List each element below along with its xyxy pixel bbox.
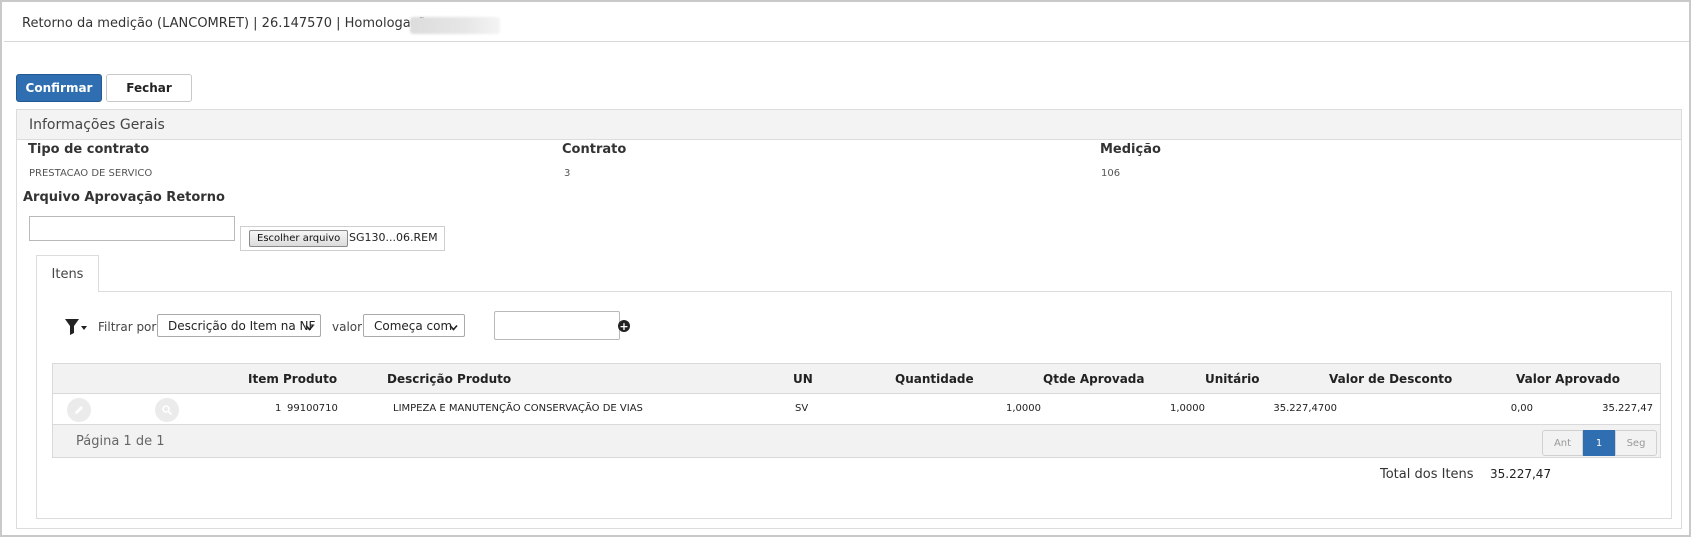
tab-itens[interactable]: Itens <box>36 255 99 292</box>
measurement-label: Medição <box>1100 142 1161 157</box>
chevron-down-icon <box>305 321 314 331</box>
choose-file-button[interactable]: Escolher arquivo <box>249 230 349 247</box>
contract-label: Contrato <box>562 142 627 157</box>
column-header-qtde-aprovada[interactable]: Qtde Aprovada <box>1043 372 1145 386</box>
contract-value: 3 <box>564 168 571 179</box>
total-items-label: Total dos Itens <box>1380 467 1474 482</box>
total-items-value: 35.227,47 <box>1490 467 1552 481</box>
column-header-descricao[interactable]: Descrição Produto <box>387 372 511 386</box>
title-bar: Retorno da medição (LANCOMRET) | 26.1475… <box>4 4 1689 42</box>
filter-operator-value: Começa com <box>374 318 453 333</box>
pager-prev-button[interactable]: Ant <box>1542 430 1583 456</box>
cell-qtde-aprovada: 1,0000 <box>1170 403 1205 414</box>
value-label: valor <box>332 320 363 334</box>
filter-by-label: Filtrar por <box>98 320 157 334</box>
app-window: Retorno da medição (LANCOMRET) | 26.1475… <box>0 0 1691 537</box>
measurement-value: 106 <box>1101 168 1121 179</box>
cell-item: 1 <box>275 403 282 414</box>
pencil-icon[interactable] <box>67 398 91 422</box>
search-icon[interactable] <box>155 398 179 422</box>
cell-produto: 99100710 <box>287 403 338 414</box>
cell-valor-aprovado: 35.227,47 <box>1602 403 1653 414</box>
file-picker[interactable]: Escolher arquivo SG130...06.REM <box>240 226 445 251</box>
contract-type-value: PRESTACAO DE SERVICO <box>29 168 153 179</box>
filter-icon[interactable] <box>64 318 88 336</box>
close-button[interactable]: Fechar <box>106 74 192 102</box>
page-indicator: Página 1 de 1 <box>76 434 165 449</box>
contract-type-label: Tipo de contrato <box>28 142 150 157</box>
column-header-item[interactable]: Item <box>248 372 279 386</box>
filter-value-input[interactable] <box>494 311 620 340</box>
window-title: Retorno da medição (LANCOMRET) | 26.1475… <box>22 16 434 31</box>
cell-valor-desconto: 0,00 <box>1510 403 1533 414</box>
pager-next-button[interactable]: Seg <box>1615 430 1657 456</box>
table-row[interactable]: 1 99100710 LIMPEZA E MANUTENÇÃO CONSERVA… <box>53 394 1660 424</box>
plus-circle-icon[interactable]: + <box>618 320 630 332</box>
grid-header: Item Produto Descrição Produto UN Quanti… <box>53 364 1660 394</box>
cell-quantidade: 1,0000 <box>1006 403 1041 414</box>
chevron-down-icon <box>449 321 458 331</box>
items-grid: Item Produto Descrição Produto UN Quanti… <box>52 363 1661 458</box>
pager-current-page[interactable]: 1 <box>1583 430 1615 456</box>
panel-title: Informações Gerais <box>29 117 165 133</box>
column-header-valor-aprovado[interactable]: Valor Aprovado <box>1516 372 1620 386</box>
filter-field-value: Descrição do Item na NF <box>168 318 316 333</box>
cell-unitario: 35.227,4700 <box>1273 403 1337 414</box>
column-header-produto[interactable]: Produto <box>283 372 337 386</box>
file-approval-label: Arquivo Aprovação Retorno <box>23 190 225 205</box>
column-header-quantidade[interactable]: Quantidade <box>895 372 974 386</box>
column-header-un[interactable]: UN <box>793 372 813 386</box>
filter-field-select[interactable]: Descrição do Item na NF <box>157 314 321 337</box>
panel-header: Informações Gerais <box>17 110 1681 140</box>
cell-descricao: LIMPEZA E MANUTENÇÃO CONSERVAÇÃO DE VIAS <box>393 403 643 414</box>
redacted-environment-name <box>410 17 500 34</box>
file-approval-input[interactable] <box>29 216 235 241</box>
filter-operator-select[interactable]: Começa com <box>363 314 465 337</box>
grid-footer: Página 1 de 1 Ant 1 Seg <box>53 424 1660 457</box>
confirm-button[interactable]: Confirmar <box>16 74 102 102</box>
column-header-unitario[interactable]: Unitário <box>1205 372 1260 386</box>
cell-un: SV <box>795 403 809 414</box>
column-header-valor-desconto[interactable]: Valor de Desconto <box>1329 372 1452 386</box>
selected-file-name: SG130...06.REM <box>349 231 438 244</box>
